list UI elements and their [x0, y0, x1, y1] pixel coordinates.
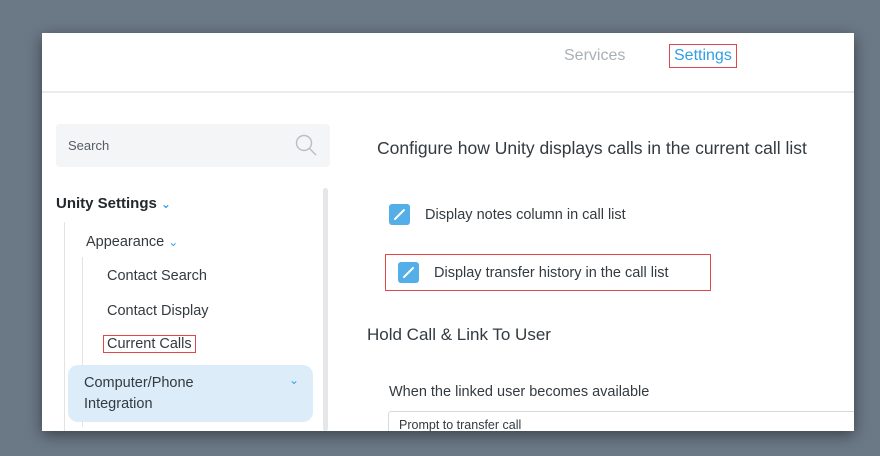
tree-item-label: Appearance — [86, 234, 165, 250]
checkbox[interactable] — [398, 262, 419, 283]
check-icon — [394, 209, 405, 220]
section-title-hold-call: Hold Call & Link To User — [367, 325, 551, 344]
app-window: Services Settings Search Unity Settings ⌄… — [42, 33, 854, 431]
option-label: Display transfer history in the call lis… — [434, 264, 669, 281]
search-icon[interactable] — [294, 133, 318, 162]
tree-item-label: Unity Settings — [56, 195, 157, 212]
tree-item-unity-settings[interactable]: Unity Settings ⌄ — [56, 195, 171, 212]
option-display-transfer-history[interactable]: Display transfer history in the call lis… — [385, 254, 711, 291]
tree-item-computer-phone-integration[interactable]: Computer/Phone Integration ⌄ — [68, 365, 313, 422]
tab-settings[interactable]: Settings — [669, 44, 737, 68]
chevron-down-icon: ⌄ — [288, 373, 299, 387]
tree-item-current-calls[interactable]: Current Calls — [103, 335, 196, 353]
top-navigation: Services Settings — [42, 33, 854, 93]
tab-services[interactable]: Services — [560, 45, 629, 67]
select-value: Prompt to transfer call — [399, 418, 522, 431]
check-icon — [403, 267, 414, 278]
tree-guide-line — [64, 222, 65, 431]
tree-item-appearance[interactable]: Appearance ⌄ — [86, 234, 178, 250]
checkbox[interactable] — [389, 204, 410, 225]
page-heading: Configure how Unity displays calls in th… — [377, 138, 807, 158]
tree-item-contact-search[interactable]: Contact Search — [107, 268, 207, 284]
tree-item-contact-display[interactable]: Contact Display — [107, 303, 209, 319]
sidebar-scrollbar[interactable] — [323, 188, 328, 431]
option-display-notes[interactable]: Display notes column in call list — [389, 204, 626, 225]
search-placeholder: Search — [68, 138, 110, 153]
option-label: Display notes column in call list — [425, 206, 626, 223]
tree-item-label: Computer/Phone Integration — [84, 375, 194, 412]
chevron-down-icon: ⌄ — [160, 197, 171, 211]
search-input[interactable]: Search — [56, 124, 330, 167]
linked-user-select[interactable]: Prompt to transfer call — [388, 411, 854, 431]
linked-user-label: When the linked user becomes available — [389, 384, 650, 400]
chevron-down-icon: ⌄ — [168, 235, 179, 249]
